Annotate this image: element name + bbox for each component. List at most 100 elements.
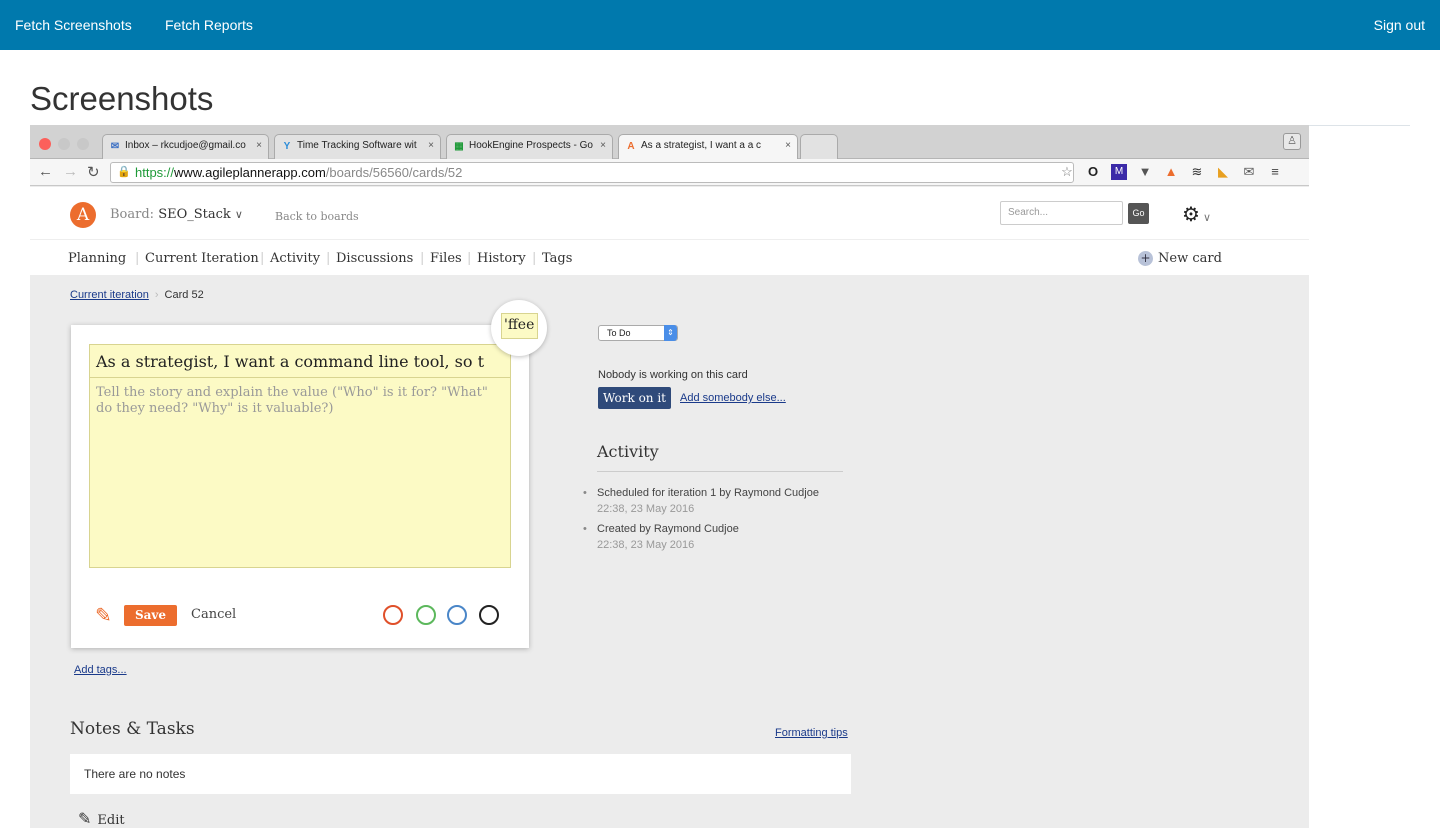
app-header: A Board: SEO_Stack ∨ Back to boards Sear… [30,187,1309,239]
browser-tab-active[interactable]: A As a strategist, I want a a c × [618,134,798,159]
activity-text: Scheduled for iteration 1 by Raymond Cud… [597,487,819,499]
color-swatch-green[interactable] [416,605,436,625]
url-scheme: https:// [135,165,175,180]
menu-tags[interactable]: Tags [542,251,572,266]
page-title: Screenshots [30,80,214,117]
browser-tab[interactable]: Y Time Tracking Software wit × [274,134,441,159]
new-tab-button[interactable] [800,134,838,159]
board-prefix: Board: [110,207,155,222]
color-swatch-blue[interactable] [447,605,467,625]
sign-out-link[interactable]: Sign out [1374,17,1425,33]
new-card-label: New card [1158,251,1222,266]
minimize-window-icon[interactable] [58,138,70,150]
lock-icon: 🔒 [117,166,131,178]
search-input[interactable]: Search... [1000,201,1123,225]
browser-tab[interactable]: ▦ HookEngine Prospects - Go × [446,134,613,159]
pencil-icon: ✎ [78,809,92,828]
address-bar[interactable]: 🔒 https://www.agileplannerapp.com/boards/… [110,162,1074,183]
opera-icon[interactable]: O [1085,164,1101,180]
flame-icon[interactable]: ▲ [1163,164,1179,180]
pocket-icon[interactable]: ▼ [1137,164,1153,180]
close-tab-icon[interactable]: × [600,140,606,151]
menu-separator: | [135,251,140,266]
activity-text: Created by Raymond Cudjoe [597,523,739,535]
menu-files[interactable]: Files [430,251,462,266]
menu-separator: | [467,251,472,266]
card-title-input[interactable]: As a strategist, I want a command line t… [89,344,511,378]
screenshot-image: ✉ Inbox – rkcudjoe@gmail.co × Y Time Tra… [30,125,1309,828]
url-host: www.agileplannerapp.com [174,165,326,180]
bookmark-star-icon[interactable]: ☆ [1059,164,1075,180]
menu-current-iteration[interactable]: Current Iteration [145,251,259,266]
url-path: /boards/56560/cards/52 [325,165,463,180]
menu-separator: | [532,251,537,266]
tab-label: Inbox – rkcudjoe@gmail.co [125,140,246,151]
extension-m-icon[interactable]: M [1111,164,1127,180]
close-window-icon[interactable] [39,138,51,150]
board-menu: Planning | Current Iteration | Activity … [30,239,1309,275]
menu-planning[interactable]: Planning [68,251,126,266]
notes-heading: Notes & Tasks [70,719,195,739]
zoom-magnifier: 'ffee [491,300,547,356]
close-tab-icon[interactable]: × [256,140,262,151]
add-tags-link[interactable]: Add tags... [74,664,127,676]
edit-label: Edit [97,813,125,828]
tab-label: As a strategist, I want a a c [641,140,762,151]
browser-tab[interactable]: ✉ Inbox – rkcudjoe@gmail.co × [102,134,269,159]
maximize-window-icon[interactable] [77,138,89,150]
cancel-link[interactable]: Cancel [191,607,236,622]
profile-icon[interactable]: ♙ [1283,133,1301,150]
menu-separator: | [326,251,331,266]
bullet: • [583,487,587,499]
breadcrumb: Current iteration › Card 52 [70,289,204,301]
save-button[interactable]: Save [124,605,177,626]
close-tab-icon[interactable]: × [428,140,434,151]
activity-time: 22:38, 23 May 2016 [597,539,695,551]
fetch-screenshots-link[interactable]: Fetch Screenshots [15,17,132,33]
menu-activity[interactable]: Activity [270,251,320,266]
agile-logo[interactable]: A [70,202,96,228]
card-editor: As a strategist, I want a command line t… [71,325,529,648]
color-swatch-red[interactable] [383,605,403,625]
board-selector[interactable]: Board: SEO_Stack ∨ [110,207,243,222]
chevron-down-icon: ∨ [234,208,243,221]
browser-tab-bar: ✉ Inbox – rkcudjoe@gmail.co × Y Time Tra… [30,125,1309,159]
reload-icon[interactable]: ↻ [87,163,100,181]
back-to-boards-link[interactable]: Back to boards [275,210,359,223]
card-description-input[interactable]: Tell the story and explain the value ("W… [89,378,511,568]
color-swatch-black[interactable] [479,605,499,625]
settings-gear-icon[interactable]: ⚙ ∨ [1182,202,1211,227]
agile-icon: A [627,141,635,152]
new-card-button[interactable]: + New card [1138,251,1222,266]
mail-check-icon[interactable]: ✉ [1241,164,1257,180]
layers-icon[interactable]: ≋ [1189,164,1205,180]
activity-time: 22:38, 23 May 2016 [597,503,695,515]
fetch-reports-link[interactable]: Fetch Reports [165,17,253,33]
activity-item: • Created by Raymond Cudjoe 22:38, 23 Ma… [583,521,739,553]
activity-divider [597,471,843,472]
assignee-status: Nobody is working on this card [598,369,748,381]
top-navbar: Fetch Screenshots Fetch Reports Sign out [0,0,1440,50]
go-button[interactable]: Go [1128,203,1149,224]
magnified-text: 'ffee [501,313,538,339]
select-caret-icon: ⇕ [664,325,677,341]
breadcrumb-separator: › [154,289,159,301]
menu-history[interactable]: History [477,251,526,266]
forward-arrow-icon[interactable]: → [63,163,78,180]
menu-discussions[interactable]: Discussions [336,251,413,266]
breadcrumb-current: Card 52 [164,289,204,301]
tab-label: Time Tracking Software wit [297,140,417,151]
menu-icon[interactable]: ≡ [1267,164,1283,180]
menu-separator: | [260,251,265,266]
breadcrumb-current-iteration[interactable]: Current iteration [70,289,149,301]
add-somebody-link[interactable]: Add somebody else... [680,392,786,404]
tab-label: HookEngine Prospects - Go [469,140,593,151]
rss-icon[interactable]: ◣ [1215,164,1231,180]
board-name: SEO_Stack [158,207,231,222]
back-arrow-icon[interactable]: ← [38,163,53,180]
status-select[interactable]: To Do ⇕ [598,325,678,341]
formatting-tips-link[interactable]: Formatting tips [775,727,848,739]
work-on-it-button[interactable]: Work on it [598,387,671,409]
close-tab-icon[interactable]: × [785,140,791,151]
edit-notes-link[interactable]: ✎ Edit [78,809,125,828]
